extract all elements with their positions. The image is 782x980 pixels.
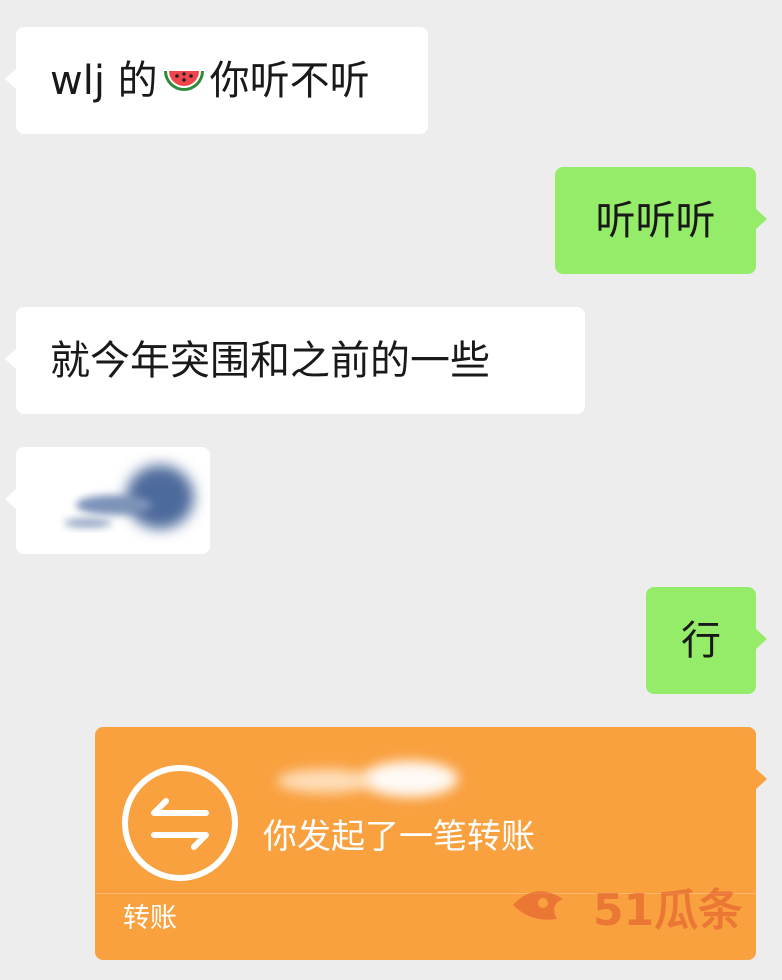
watermark-text: 51瓜条 — [593, 885, 742, 936]
bubble-tail — [755, 768, 767, 790]
message-bubble-incoming[interactable]: wlj 的 你听不听 — [5, 27, 428, 134]
message-bubble-outgoing[interactable]: 行 — [646, 587, 767, 694]
blurred-amount-icon — [277, 761, 458, 797]
message-text: 就今年突围和之前的一些 — [50, 337, 490, 384]
bubble-tail — [5, 488, 17, 510]
watermark-logo-icon: 51瓜条 — [513, 885, 742, 936]
transfer-label: 转账 — [123, 903, 177, 934]
message-text: 行 — [681, 617, 721, 664]
watermelon-emoji-icon — [160, 61, 208, 101]
message-bubble-incoming-blurred[interactable] — [5, 447, 210, 554]
bubble-tail — [5, 68, 17, 90]
message-bubble-incoming[interactable]: 就今年突围和之前的一些 — [5, 307, 585, 414]
bubble-tail — [755, 208, 767, 230]
message-text: 听听听 — [595, 197, 716, 244]
chat-screen: { "messages": [ {"id": "msg1", "side": "… — [0, 0, 782, 980]
message-text: 你听不听 — [209, 57, 370, 104]
message-bubble-outgoing[interactable]: 听听听 — [555, 167, 767, 274]
transfer-arrows-icon — [122, 765, 238, 881]
message-text: wlj 的 — [50, 57, 158, 104]
transfer-description: 你发起了一笔转账 — [263, 817, 535, 857]
transfer-card[interactable]: 你发起了一笔转账 转账 51瓜条 — [95, 727, 767, 960]
bubble-tail — [5, 348, 17, 370]
bubble-tail — [755, 628, 767, 650]
blurred-redaction-icon — [64, 465, 194, 529]
